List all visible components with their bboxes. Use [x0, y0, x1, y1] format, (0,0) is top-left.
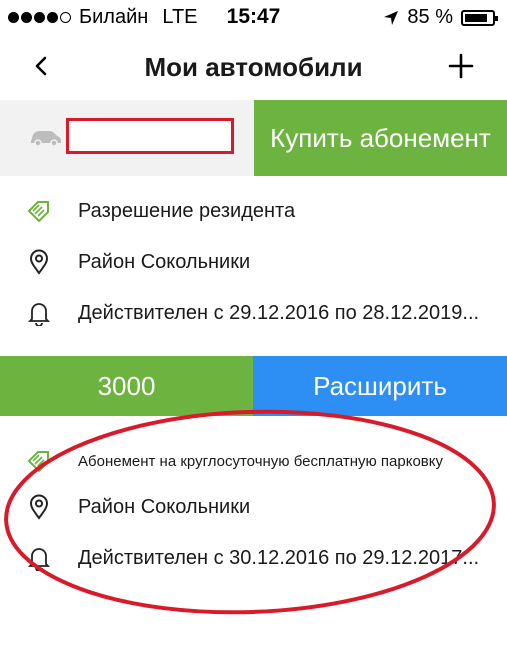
subscription-district-row: Район Сокольники	[0, 482, 507, 532]
permit-validity-label: Действителен с 29.12.2016 по 28.12.2019.…	[78, 301, 480, 324]
location-arrow-icon	[384, 10, 399, 25]
bell-icon	[26, 300, 52, 326]
tag-icon	[26, 198, 52, 224]
extend-button[interactable]: Расширить	[253, 356, 507, 416]
bell-icon	[26, 545, 52, 571]
page-title: Мои автомобили	[144, 52, 363, 82]
permit-type-label: Разрешение резидента	[78, 199, 296, 222]
battery-fill	[465, 13, 487, 22]
permit-district-row: Район Сокольники	[0, 237, 507, 287]
price-button[interactable]: 3000	[0, 356, 253, 416]
action-buttons: 3000 Расширить	[0, 356, 507, 416]
battery-icon	[461, 9, 498, 26]
location-pin-icon	[26, 249, 52, 275]
subscription-type-label: Абонемент на круглосуточную бесплатную п…	[78, 452, 444, 470]
subscription-validity-row: Действителен с 30.12.2016 по 29.12.2017.…	[0, 533, 507, 583]
subscription-validity-label: Действителен с 30.12.2016 по 29.12.2017.…	[78, 546, 480, 569]
car-icon	[31, 131, 61, 147]
subscription-type-row: Абонемент на круглосуточную бесплатную п…	[0, 436, 507, 486]
permit-validity-row: Действителен с 29.12.2016 по 28.12.2019.…	[0, 288, 507, 338]
permit-district-label: Район Сокольники	[78, 250, 251, 273]
status-bar: Билайн LTE 15:47 85 %	[0, 0, 507, 34]
plus-icon[interactable]	[447, 52, 475, 80]
battery-percent: 85 %	[407, 6, 453, 28]
location-pin-icon	[26, 494, 52, 520]
status-right: 85 %	[383, 6, 498, 29]
subscription-district-label: Район Сокольники	[78, 495, 251, 518]
navigation-bar: Мои автомобили	[0, 34, 507, 101]
permit-type-row: Разрешение резидента	[0, 186, 507, 236]
tag-icon	[26, 448, 52, 474]
buy-subscription-button[interactable]: Купить абонемент	[254, 100, 507, 176]
license-plate-field[interactable]	[66, 118, 234, 154]
